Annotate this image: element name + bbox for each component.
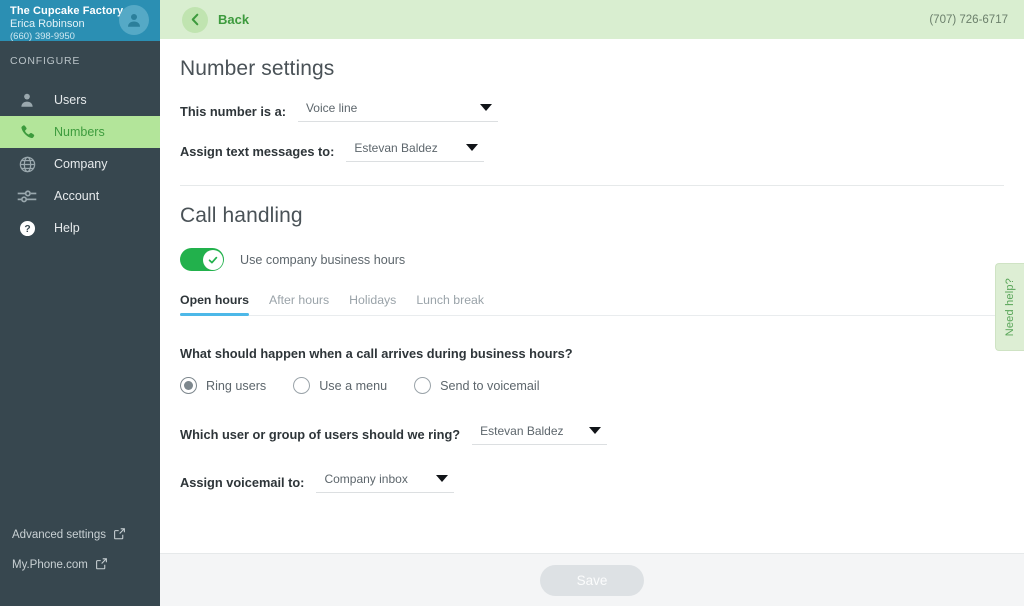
app-root: The Cupcake Factory Erica Robinson (660)… xyxy=(0,0,1024,606)
radio-ring-users[interactable] xyxy=(180,377,197,394)
save-button[interactable]: Save xyxy=(540,564,644,596)
advanced-settings-label: Advanced settings xyxy=(12,529,106,541)
business-hours-toggle-row: Use company business hours xyxy=(180,248,1004,271)
ring-target-row: Which user or group of users should we r… xyxy=(180,424,1004,446)
my-phone-com-label: My.Phone.com xyxy=(12,559,88,571)
chevron-left-icon xyxy=(182,6,208,33)
number-type-value: Voice line xyxy=(305,101,358,115)
call-handling-options: Ring users Use a menu Send to voicemail xyxy=(180,377,1004,394)
ring-target-select[interactable]: Estevan Baldez xyxy=(472,424,608,445)
toggle-knob xyxy=(202,249,223,270)
radio-send-to-voicemail[interactable] xyxy=(414,377,432,394)
back-button[interactable]: Back xyxy=(182,6,250,33)
voicemail-row: Assign voicemail to: Company inbox xyxy=(180,472,1004,494)
ring-target-label: Which user or group of users should we r… xyxy=(180,427,461,442)
text-messages-select[interactable]: Estevan Baldez xyxy=(346,141,485,162)
header-phone-number: (707) 726-6717 xyxy=(929,13,1008,26)
ring-target-value: Estevan Baldez xyxy=(480,424,564,438)
external-link-icon xyxy=(113,527,126,543)
tab-holidays[interactable]: Holidays xyxy=(349,293,396,315)
sidebar-item-label: Account xyxy=(54,189,100,203)
top-bar: Back (707) 726-6717 xyxy=(160,0,1024,39)
chevron-down-icon xyxy=(589,426,602,434)
option-label: Ring users xyxy=(206,378,267,393)
sidebar-item-label: Users xyxy=(54,93,87,107)
sidebar-item-label: Numbers xyxy=(54,125,105,139)
tab-after-hours[interactable]: After hours xyxy=(269,293,329,315)
tab-open-hours[interactable]: Open hours xyxy=(180,293,250,316)
sidebar-item-users[interactable]: Users xyxy=(0,84,160,116)
radio-use-a-menu[interactable] xyxy=(293,377,311,394)
sidebar-account-header[interactable]: The Cupcake Factory Erica Robinson (660)… xyxy=(0,0,160,42)
option-ring-users[interactable]: Ring users xyxy=(180,377,266,394)
sliders-icon xyxy=(0,187,54,205)
call-handling-title: Call handling xyxy=(180,204,303,227)
option-label: Use a menu xyxy=(319,378,388,393)
voicemail-value: Company inbox xyxy=(324,472,408,486)
call-handling-tabs: Open hours After hours Holidays Lunch br… xyxy=(180,293,1004,316)
chevron-down-icon xyxy=(479,103,492,111)
number-settings-section: Number settings This number is a: Voice … xyxy=(180,39,1004,186)
number-type-select[interactable]: Voice line xyxy=(297,101,498,122)
sidebar: The Cupcake Factory Erica Robinson (660)… xyxy=(0,0,160,606)
text-messages-row: Assign text messages to: Estevan Baldez xyxy=(180,141,1004,163)
business-hours-toggle-label: Use company business hours xyxy=(240,252,406,267)
number-type-row: This number is a: Voice line xyxy=(180,101,1004,123)
sidebar-item-numbers[interactable]: Numbers xyxy=(0,116,160,148)
business-hours-toggle[interactable] xyxy=(180,248,224,271)
sidebar-item-company[interactable]: Company xyxy=(0,148,160,180)
tab-lunch-break[interactable]: Lunch break xyxy=(416,293,484,315)
need-help-tab[interactable]: Need help? xyxy=(995,263,1024,351)
option-label: Send to voicemail xyxy=(440,378,540,393)
back-label: Back xyxy=(218,12,250,27)
option-use-a-menu[interactable]: Use a menu xyxy=(293,377,387,394)
globe-icon xyxy=(0,155,54,174)
text-messages-label: Assign text messages to: xyxy=(180,144,335,159)
page-title: Number settings xyxy=(180,57,335,80)
person-icon xyxy=(128,14,140,27)
chevron-down-icon xyxy=(436,474,449,482)
phone-icon xyxy=(0,123,54,142)
text-messages-value: Estevan Baldez xyxy=(354,141,438,155)
voicemail-select[interactable]: Company inbox xyxy=(316,472,455,493)
external-link-icon xyxy=(95,557,108,573)
chevron-down-icon xyxy=(466,143,479,151)
avatar[interactable] xyxy=(119,5,149,35)
settings-panel: Number settings This number is a: Voice … xyxy=(160,39,1024,494)
svg-text:?: ? xyxy=(24,224,30,235)
sidebar-section-label: CONFIGURE xyxy=(10,55,81,67)
question-circle-icon: ? xyxy=(0,219,54,238)
voicemail-label: Assign voicemail to: xyxy=(180,475,305,490)
sidebar-item-account[interactable]: Account xyxy=(0,180,160,212)
sidebar-item-help[interactable]: ? Help xyxy=(0,212,160,244)
call-handling-question: What should happen when a call arrives d… xyxy=(180,346,573,361)
sidebar-bottom-links: Advanced settings My.Phone.com xyxy=(0,520,160,606)
my-phone-com-link[interactable]: My.Phone.com xyxy=(0,550,160,580)
sidebar-nav: Users Numbers Company Account ? Help xyxy=(0,84,160,244)
option-send-to-voicemail[interactable]: Send to voicemail xyxy=(414,377,540,394)
main-content: Back (707) 726-6717 Number settings This… xyxy=(160,0,1024,606)
advanced-settings-link[interactable]: Advanced settings xyxy=(0,520,160,550)
call-handling-section: Call handling Use company business hours… xyxy=(180,186,1004,494)
sidebar-item-label: Company xyxy=(54,157,108,171)
number-type-label: This number is a: xyxy=(180,104,286,119)
sidebar-item-label: Help xyxy=(54,221,80,235)
need-help-label: Need help? xyxy=(1004,277,1016,337)
footer-bar: Save xyxy=(160,553,1024,606)
user-icon xyxy=(0,91,54,109)
